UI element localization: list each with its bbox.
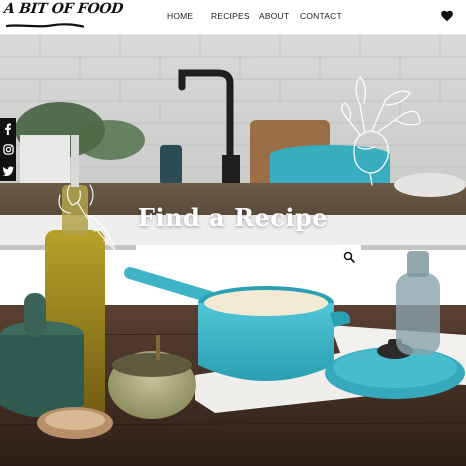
heart-icon[interactable] (440, 9, 454, 23)
facebook-link[interactable] (0, 118, 16, 139)
nav-home-link[interactable]: HOME (167, 11, 193, 21)
search-icon (343, 251, 355, 263)
brand-logo[interactable]: A BIT OF FOOD (3, 1, 124, 33)
twitter-link[interactable] (0, 160, 16, 181)
twitter-icon (2, 165, 14, 176)
facebook-icon (5, 123, 11, 135)
recipe-search-input[interactable] (136, 245, 336, 268)
brand-logo-text: A BIT OF FOOD (3, 1, 124, 17)
logo-brush-stroke (6, 23, 84, 28)
nav-contact-link[interactable]: CONTACT (300, 11, 342, 21)
social-bar (0, 118, 16, 181)
search-button[interactable] (336, 245, 361, 268)
nav-recipes-link[interactable]: RECIPES (211, 11, 250, 21)
inspiration-link[interactable]: NEED SOME INSPIRATION?... (0, 273, 466, 279)
hero-title: Find a Recipe (137, 203, 329, 232)
instagram-link[interactable] (0, 139, 16, 160)
instagram-icon (2, 144, 14, 155)
site-header: A BIT OF FOOD HOME RECIPES ABOUT CONTACT (0, 0, 466, 35)
nav-about-link[interactable]: ABOUT (259, 11, 289, 21)
recipe-search-bar (136, 245, 361, 268)
